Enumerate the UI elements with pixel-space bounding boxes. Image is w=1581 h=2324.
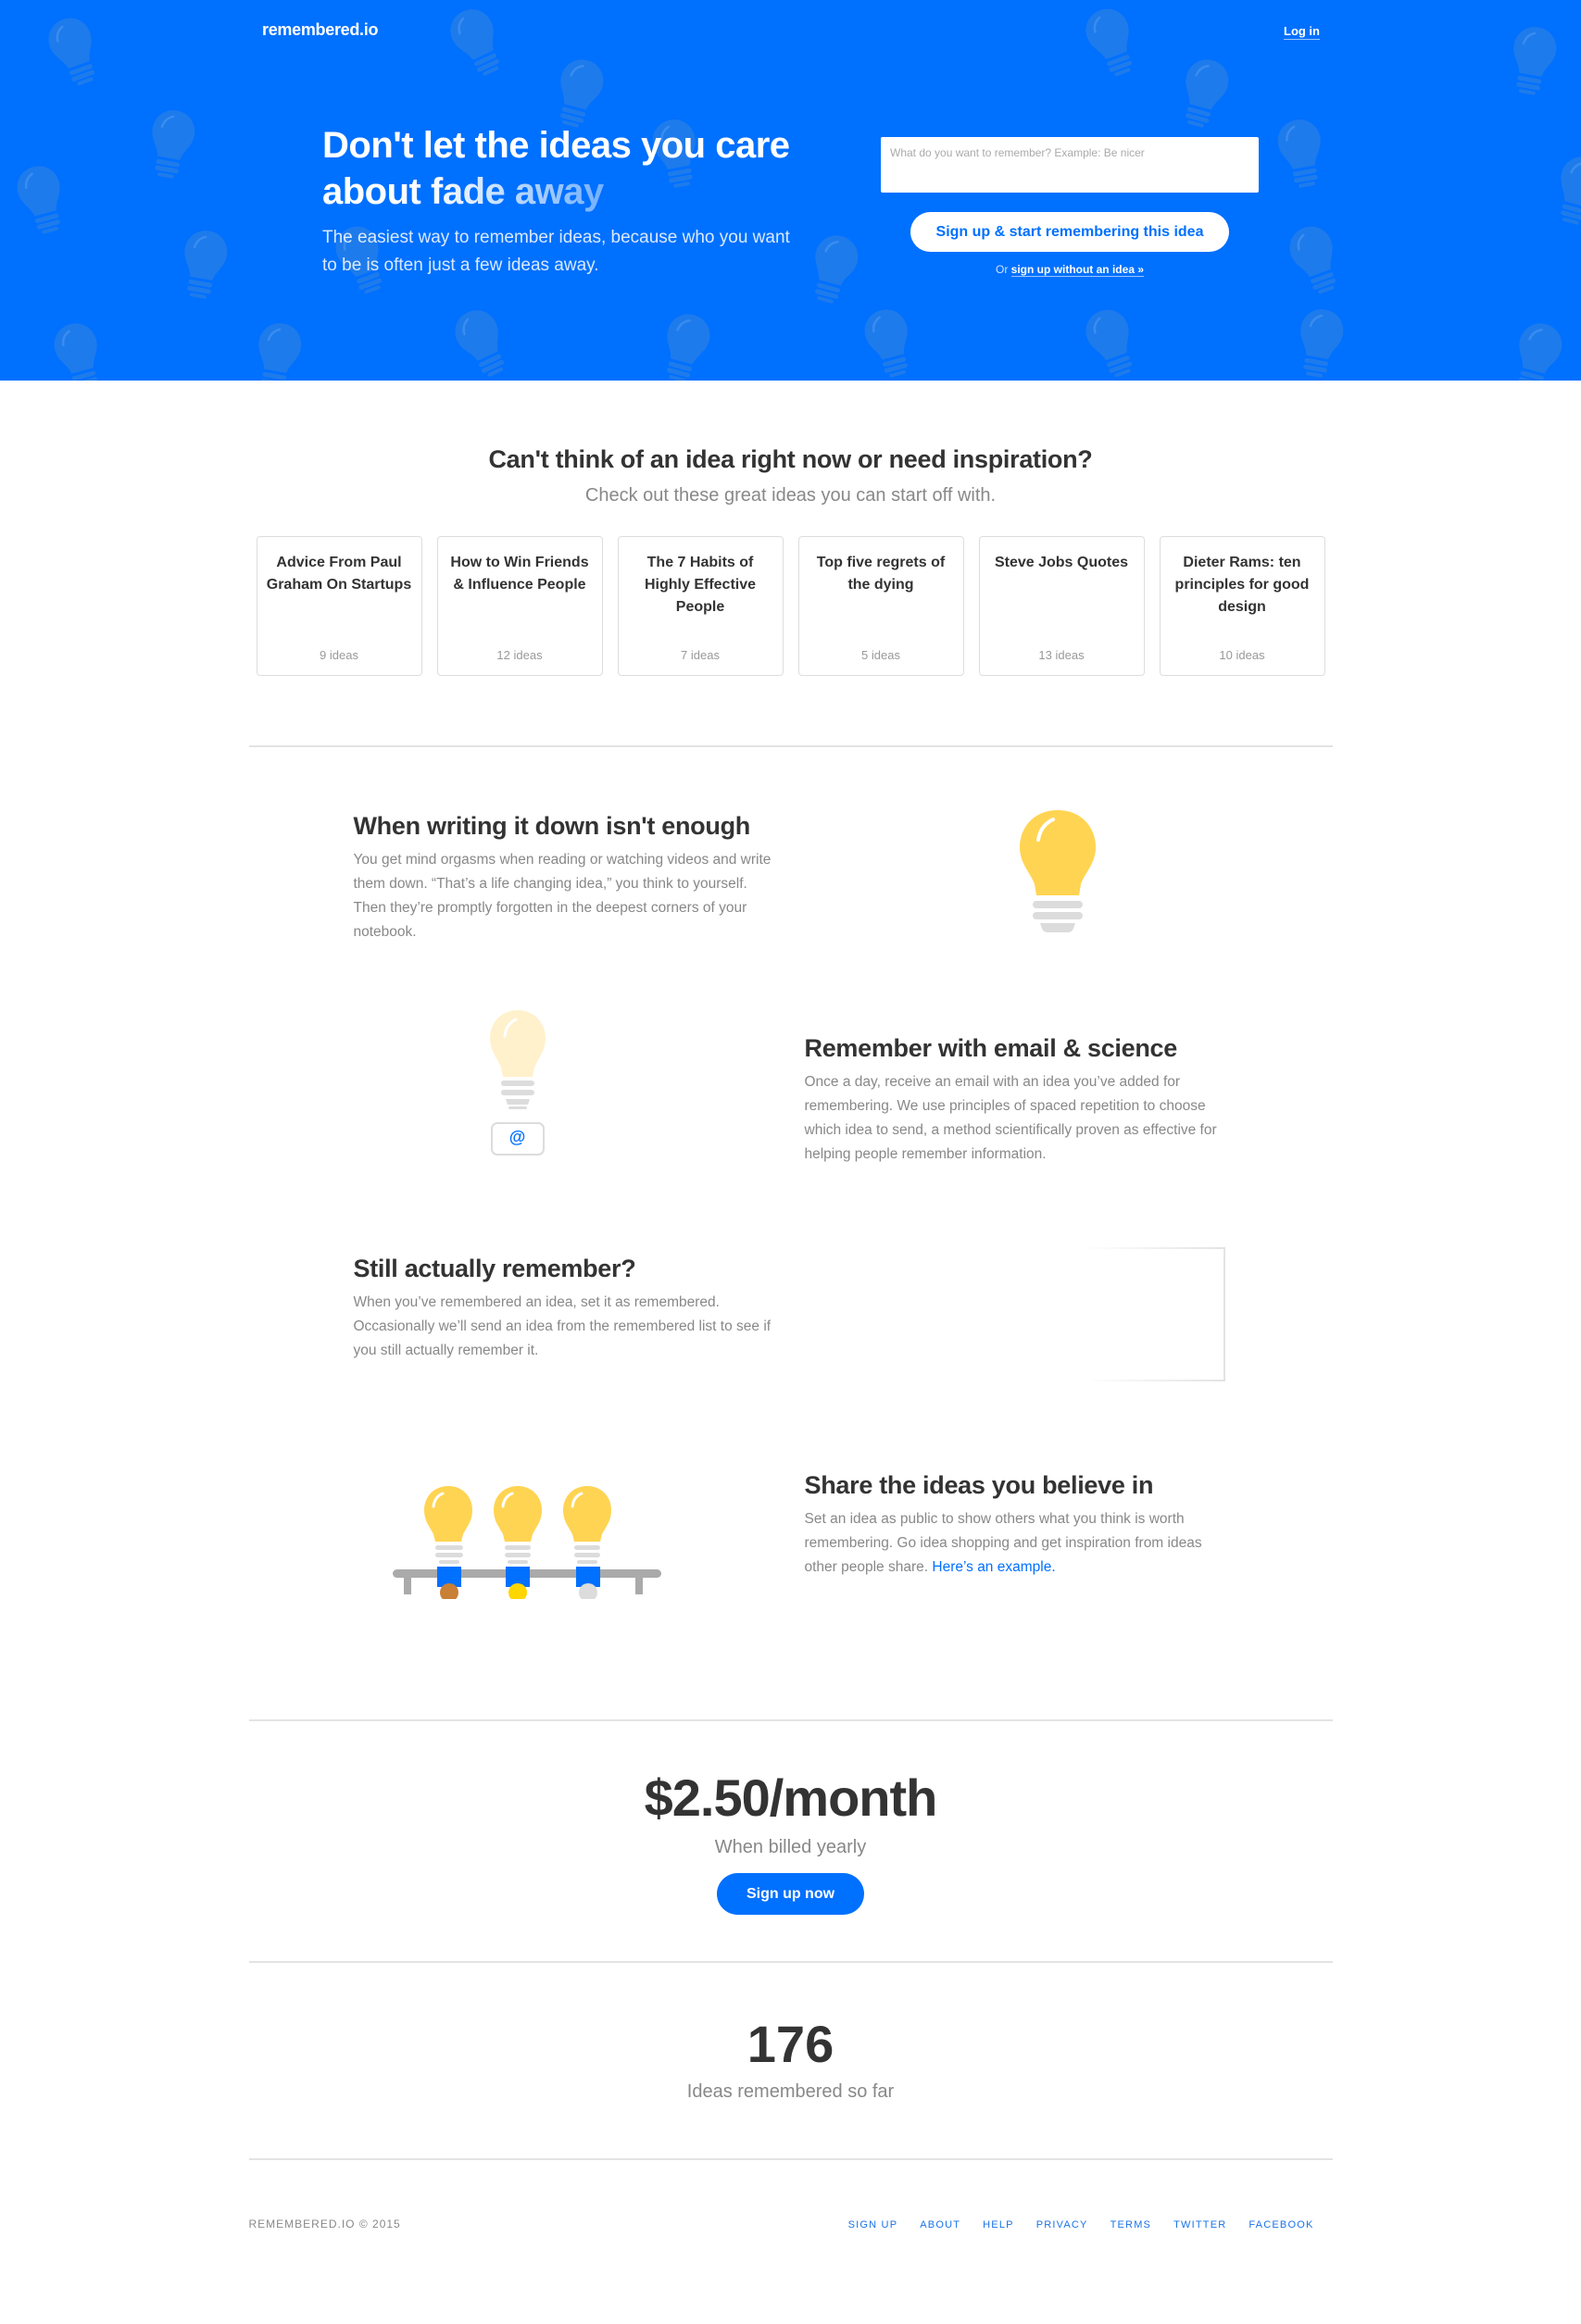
card-title: The 7 Habits of Highly Effective People xyxy=(644,555,757,615)
ideas-remembered-label: Ideas remembered so far xyxy=(686,2081,895,2102)
signup-with-idea-button[interactable]: Sign up & start remembering this idea xyxy=(910,212,1229,252)
remembered-card-illustration xyxy=(1082,1247,1225,1381)
background-lightbulb-icon xyxy=(1499,19,1567,101)
signup-without-idea-link[interactable]: sign up without an idea » xyxy=(1010,263,1144,277)
lightbulb-icon xyxy=(493,1486,542,1564)
ideas-remembered-count: 176 xyxy=(747,2015,834,2073)
feature-title: When writing it down isn't enough xyxy=(353,812,751,840)
lightbulb-icon xyxy=(1007,803,1109,951)
email-lightbulb-illustration: @ xyxy=(481,1006,555,1164)
alt-signup-prefix: Or xyxy=(995,263,1011,276)
idea-collection-card[interactable]: The 7 Habits of Highly Effective People … xyxy=(617,536,784,676)
feature-title: Share the ideas you believe in xyxy=(804,1471,1154,1499)
idea-collection-card[interactable]: Advice From Paul Graham On Startups 9 id… xyxy=(256,536,422,676)
inspiration-title: Can't think of an idea right now or need… xyxy=(488,445,1093,473)
card-title: Dieter Rams: ten principles for good des… xyxy=(1174,555,1310,615)
feature-writing: When writing it down isn't enough You ge… xyxy=(354,812,780,944)
feature-body: Once a day, receive an email with an ide… xyxy=(804,1074,1217,1162)
inspiration-section: Can't think of an idea right now or need… xyxy=(0,381,1581,676)
idea-signup-form: Sign up & start remembering this idea Or… xyxy=(881,137,1259,277)
background-lightbulb-icon xyxy=(35,6,113,95)
footer-link-terms[interactable]: TERMS xyxy=(1110,2219,1152,2230)
card-title: How to Win Friends & Influence People xyxy=(450,555,589,593)
background-lightbulb-icon xyxy=(1168,50,1241,136)
background-lightbulb-icon xyxy=(649,305,722,381)
card-title: Top five regrets of the dying xyxy=(816,555,946,593)
hero-title: Don't let the ideas you care about fade … xyxy=(322,122,804,215)
at-sign-icon: @ xyxy=(508,1128,526,1146)
background-lightbulb-icon xyxy=(1073,298,1150,381)
footer-link-about[interactable]: ABOUT xyxy=(920,2219,960,2230)
alt-signup: Or sign up without an idea » xyxy=(881,263,1259,277)
card-title: Advice From Paul Graham On Startups xyxy=(266,555,412,593)
idea-collection-card[interactable]: Dieter Rams: ten principles for good des… xyxy=(1159,536,1325,676)
lightbulb-icon xyxy=(562,1486,611,1564)
brand-logo[interactable]: remembered.io xyxy=(262,20,378,40)
footer-link-facebook[interactable]: FACEBOOK xyxy=(1248,2219,1313,2230)
hero-title-fade-lead: ut xyxy=(386,171,431,212)
background-lightbulb-icon xyxy=(1543,147,1581,233)
background-lightbulb-icon xyxy=(170,222,238,305)
feature-title: Still actually remember? xyxy=(353,1255,636,1282)
footer-link-help[interactable]: HELP xyxy=(983,2219,1014,2230)
footer-nav: SIGN UP ABOUT HELP PRIVACY TERMS TWITTER… xyxy=(848,2219,1314,2230)
footer: REMEMBERED.IO © 2015 SIGN UP ABOUT HELP … xyxy=(249,2160,1333,2234)
feature-still-remember: Still actually remember? When you’ve rem… xyxy=(354,1255,780,1363)
feature-title: Remember with email & science xyxy=(804,1034,1178,1062)
price: $2.50/month xyxy=(644,1768,938,1827)
background-lightbulb-icon xyxy=(245,315,312,381)
features-section: When writing it down isn't enough You ge… xyxy=(249,747,1333,1719)
feature-share: Share the ideas you believe in Set an id… xyxy=(805,1471,1231,1580)
background-lightbulb-icon xyxy=(1073,0,1150,86)
idea-collection-card[interactable]: Steve Jobs Quotes 13 ideas xyxy=(978,536,1145,676)
idea-collection-card[interactable]: How to Win Friends & Influence People 12… xyxy=(436,536,603,676)
card-count: 7 ideas xyxy=(681,648,720,662)
hero-subtitle: The easiest way to remember ideas, becau… xyxy=(322,228,790,275)
background-lightbulb-icon xyxy=(6,156,79,243)
card-count: 5 ideas xyxy=(861,648,900,662)
background-lightbulb-icon xyxy=(853,300,926,381)
login-link[interactable]: Log in xyxy=(1284,24,1320,40)
card-count: 10 ideas xyxy=(1219,648,1265,662)
copyright: REMEMBERED.IO © 2015 xyxy=(248,2218,401,2230)
feature-body: When you’ve remembered an idea, set it a… xyxy=(353,1294,772,1358)
card-count: 13 ideas xyxy=(1038,648,1085,662)
idea-input[interactable] xyxy=(881,137,1259,193)
feature-email: Remember with email & science Once a day… xyxy=(805,1034,1231,1167)
footer-link-signup[interactable]: SIGN UP xyxy=(848,2219,898,2230)
signup-now-button[interactable]: Sign up now xyxy=(717,1873,864,1915)
background-lightbulb-icon xyxy=(797,226,871,312)
background-lightbulb-icon xyxy=(1286,301,1354,381)
stats-section: 176 Ideas remembered so far xyxy=(0,1963,1581,2158)
background-lightbulb-icon xyxy=(1268,111,1336,194)
footer-link-twitter[interactable]: TWITTER xyxy=(1173,2219,1226,2230)
pricing-section: $2.50/month When billed yearly Sign up n… xyxy=(0,1721,1581,1961)
idea-collection-cards: Advice From Paul Graham On Startups 9 id… xyxy=(0,536,1581,676)
card-count: 12 ideas xyxy=(496,648,543,662)
idea-collection-card[interactable]: Top five regrets of the dying 5 ideas xyxy=(797,536,964,676)
example-link[interactable]: Here’s an example. xyxy=(932,1559,1055,1575)
card-title: Steve Jobs Quotes xyxy=(994,555,1129,570)
billing-note: When billed yearly xyxy=(714,1837,867,1857)
background-lightbulb-icon xyxy=(138,102,206,184)
shared-ideas-illustration xyxy=(383,1469,661,1602)
lightbulb-icon xyxy=(423,1486,472,1564)
hero: remembered.io Log in Don't let the ideas… xyxy=(0,0,1581,381)
hero-title-fade: fade away xyxy=(431,171,604,212)
card-count: 9 ideas xyxy=(320,648,358,662)
inspiration-subtitle: Check out these great ideas you can star… xyxy=(584,485,997,506)
background-lightbulb-icon xyxy=(1276,215,1354,304)
feature-body: You get mind orgasms when reading or wat… xyxy=(353,852,772,940)
feature-body: Set an idea as public to show others wha… xyxy=(805,1507,1231,1580)
footer-link-privacy[interactable]: PRIVACY xyxy=(1036,2219,1088,2230)
background-lightbulb-icon xyxy=(1501,314,1575,381)
background-lightbulb-icon xyxy=(441,297,522,381)
background-lightbulb-icon xyxy=(436,0,518,87)
background-lightbulb-icon xyxy=(43,314,116,381)
